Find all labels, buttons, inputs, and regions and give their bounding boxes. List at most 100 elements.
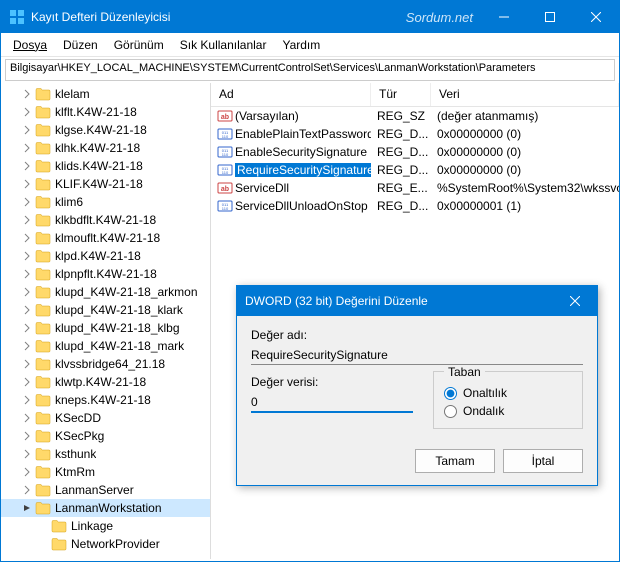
chevron-right-icon[interactable] [21, 448, 33, 460]
chevron-right-icon[interactable] [21, 178, 33, 190]
value-type: REG_D... [371, 163, 431, 177]
chevron-right-icon[interactable] [21, 232, 33, 244]
close-button[interactable] [573, 1, 619, 33]
tree-item[interactable]: klkbdflt.K4W-21-18 [1, 211, 210, 229]
tree-item[interactable]: klpnpflt.K4W-21-18 [1, 265, 210, 283]
chevron-right-icon[interactable] [21, 106, 33, 118]
chevron-right-icon[interactable] [21, 124, 33, 136]
value-data: 0x00000000 (0) [431, 163, 619, 177]
tree-item[interactable]: NetworkProvider [1, 535, 210, 553]
tree-item[interactable]: kneps.K4W-21-18 [1, 391, 210, 409]
reg-bin-icon: 011110 [217, 198, 233, 214]
chevron-right-icon[interactable] [21, 286, 33, 298]
tree-item-label: LanmanWorkstation [55, 501, 162, 515]
chevron-down-icon[interactable] [21, 502, 33, 514]
chevron-right-icon[interactable] [37, 520, 49, 532]
list-row[interactable]: abServiceDllREG_E...%SystemRoot%\System3… [211, 179, 619, 197]
tree-item-label: ksthunk [55, 447, 96, 461]
tree-item[interactable]: KtmRm [1, 463, 210, 481]
tree-item[interactable]: klids.K4W-21-18 [1, 157, 210, 175]
folder-icon [35, 411, 51, 425]
radio-hex-input[interactable] [444, 387, 457, 400]
list-row[interactable]: 011110EnablePlainTextPasswordREG_D...0x0… [211, 125, 619, 143]
column-data[interactable]: Veri [431, 83, 619, 106]
chevron-right-icon[interactable] [21, 322, 33, 334]
value-name: ServiceDll [235, 181, 289, 195]
menu-file[interactable]: Dosya [5, 36, 55, 54]
cancel-button[interactable]: İptal [503, 449, 583, 473]
column-name[interactable]: Ad [211, 83, 371, 106]
menu-favorites[interactable]: Sık Kullanılanlar [172, 36, 275, 54]
address-bar[interactable]: Bilgisayar\HKEY_LOCAL_MACHINE\SYSTEM\Cur… [5, 59, 615, 81]
chevron-right-icon[interactable] [21, 214, 33, 226]
value-type: REG_D... [371, 127, 431, 141]
chevron-right-icon[interactable] [21, 430, 33, 442]
chevron-right-icon[interactable] [21, 196, 33, 208]
folder-icon [35, 213, 51, 227]
tree-item[interactable]: LanmanServer [1, 481, 210, 499]
menu-view[interactable]: Görünüm [106, 36, 172, 54]
value-name-input[interactable] [251, 346, 583, 365]
tree-item[interactable]: klmouflt.K4W-21-18 [1, 229, 210, 247]
reg-bin-icon: 011110 [217, 162, 233, 178]
tree-item[interactable]: klupd_K4W-21-18_klbg [1, 319, 210, 337]
radio-dec[interactable]: Ondalık [444, 402, 572, 420]
tree-item[interactable]: klpd.K4W-21-18 [1, 247, 210, 265]
tree-item[interactable]: KSecPkg [1, 427, 210, 445]
tree-item-label: klgse.K4W-21-18 [55, 123, 147, 137]
chevron-right-icon[interactable] [21, 142, 33, 154]
value-data-label: Değer verisi: [251, 375, 413, 389]
value-type: REG_D... [371, 199, 431, 213]
folder-icon [35, 357, 51, 371]
minimize-button[interactable] [481, 1, 527, 33]
folder-icon [35, 465, 51, 479]
chevron-right-icon[interactable] [21, 304, 33, 316]
list-row[interactable]: 011110ServiceDllUnloadOnStopREG_D...0x00… [211, 197, 619, 215]
tree-item[interactable]: klim6 [1, 193, 210, 211]
tree-item[interactable]: LanmanWorkstation [1, 499, 210, 517]
tree-item[interactable]: klupd_K4W-21-18_mark [1, 337, 210, 355]
chevron-right-icon[interactable] [21, 340, 33, 352]
svg-text:ab: ab [221, 186, 229, 193]
chevron-right-icon[interactable] [21, 268, 33, 280]
tree-item[interactable]: klelam [1, 85, 210, 103]
tree-pane[interactable]: klelamklflt.K4W-21-18 klgse.K4W-21-18 klhk… [1, 83, 211, 559]
tree-item[interactable]: Linkage [1, 517, 210, 535]
radio-hex[interactable]: Onaltılık [444, 384, 572, 402]
maximize-button[interactable] [527, 1, 573, 33]
tree-item[interactable]: KLIF.K4W-21-18 [1, 175, 210, 193]
tree-item[interactable]: KSecDD [1, 409, 210, 427]
tree-item[interactable]: klupd_K4W-21-18_klark [1, 301, 210, 319]
tree-item[interactable]: klupd_K4W-21-18_arkmon [1, 283, 210, 301]
chevron-right-icon[interactable] [21, 88, 33, 100]
ok-button[interactable]: Tamam [415, 449, 495, 473]
chevron-right-icon[interactable] [21, 376, 33, 388]
value-data-input[interactable] [251, 393, 413, 413]
tree-item[interactable]: klwtp.K4W-21-18 [1, 373, 210, 391]
list-row[interactable]: 011110RequireSecuritySignatureREG_D...0x… [211, 161, 619, 179]
chevron-right-icon[interactable] [21, 394, 33, 406]
tree-item[interactable]: klflt.K4W-21-18 [1, 103, 210, 121]
menu-edit[interactable]: Düzen [55, 36, 106, 54]
reg-ab-icon: ab [217, 108, 233, 124]
chevron-right-icon[interactable] [37, 538, 49, 550]
chevron-right-icon[interactable] [21, 484, 33, 496]
svg-text:110: 110 [222, 152, 229, 157]
chevron-right-icon[interactable] [21, 250, 33, 262]
chevron-right-icon[interactable] [21, 466, 33, 478]
folder-icon [35, 375, 51, 389]
list-row[interactable]: ab(Varsayılan)REG_SZ(değer atanmamış) [211, 107, 619, 125]
tree-item[interactable]: ksthunk [1, 445, 210, 463]
tree-item[interactable]: klgse.K4W-21-18 [1, 121, 210, 139]
tree-item[interactable]: klhk.K4W-21-18 [1, 139, 210, 157]
column-type[interactable]: Tür [371, 83, 431, 106]
menu-help[interactable]: Yardım [274, 36, 328, 54]
value-data: 0x00000000 (0) [431, 127, 619, 141]
chevron-right-icon[interactable] [21, 358, 33, 370]
tree-item[interactable]: klvssbridge64_21.18 [1, 355, 210, 373]
chevron-right-icon[interactable] [21, 412, 33, 424]
list-row[interactable]: 011110EnableSecuritySignatureREG_D...0x0… [211, 143, 619, 161]
chevron-right-icon[interactable] [21, 160, 33, 172]
dialog-close-button[interactable] [561, 286, 589, 316]
radio-dec-input[interactable] [444, 405, 457, 418]
